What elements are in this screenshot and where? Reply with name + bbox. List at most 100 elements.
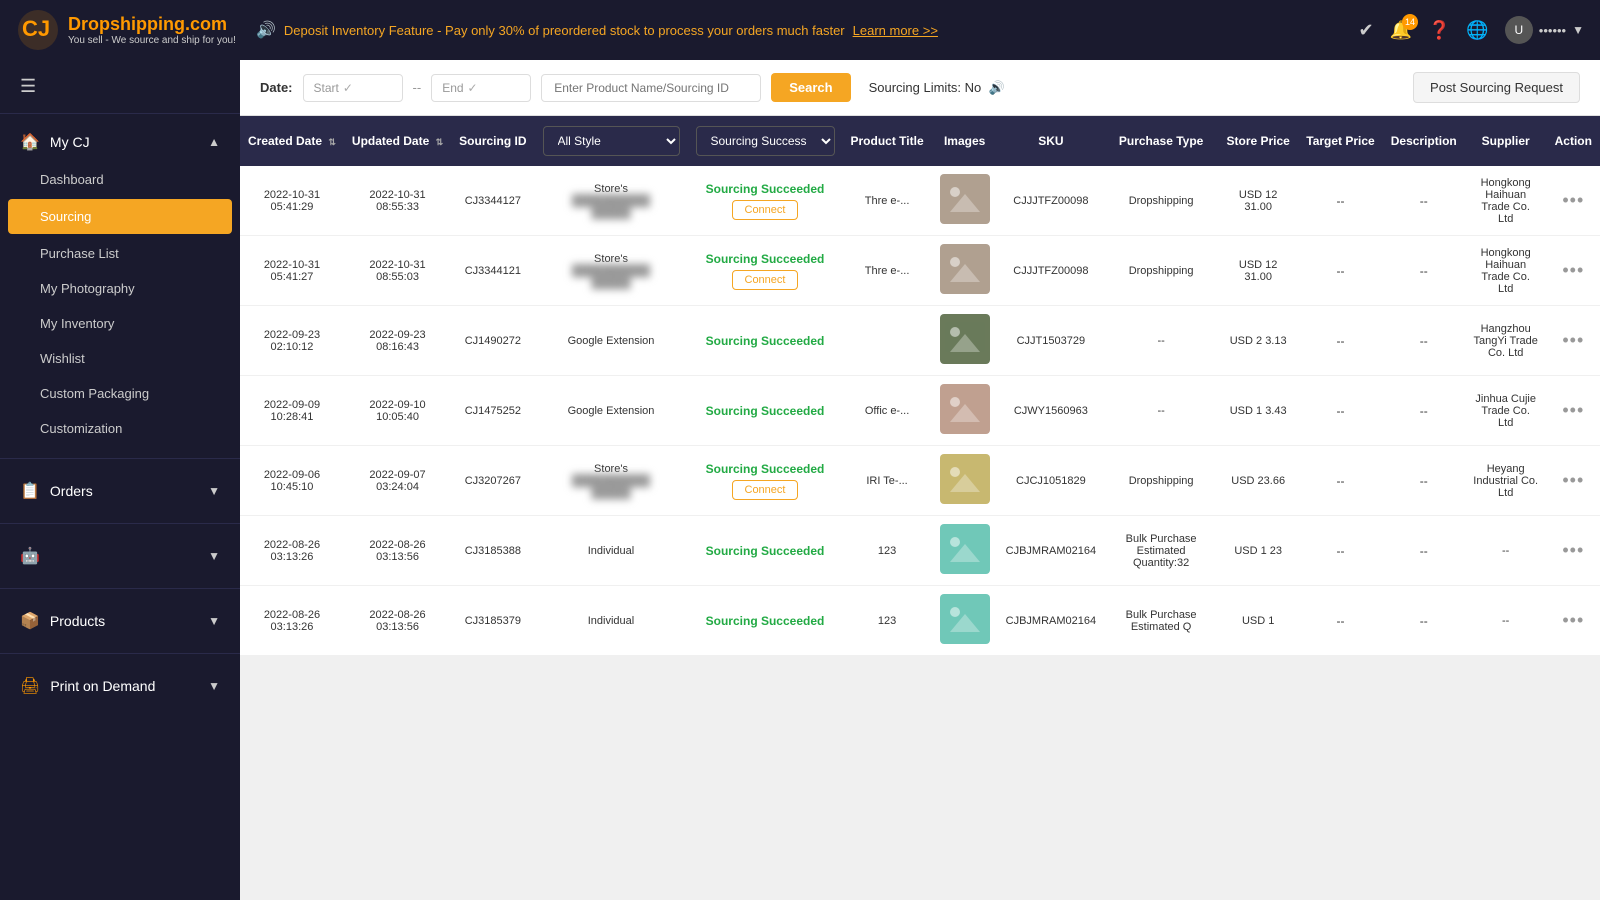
user-area[interactable]: U •••••• ▼ [1505,16,1584,44]
connect-button[interactable]: Connect [732,480,799,500]
cell-store-price: USD 1 23 [1218,516,1298,586]
sidebar-item-label: Wishlist [40,351,85,366]
post-sourcing-button[interactable]: Post Sourcing Request [1413,72,1580,103]
cell-action[interactable]: ••• [1547,446,1600,516]
main-content: Date: Start ✓ -- End ✓ Search Sourcing L… [240,60,1600,900]
topbar: CJ Dropshipping.com You sell - We source… [0,0,1600,60]
cell-sourcing-id: CJ3344127 [451,166,534,236]
end-date-input[interactable]: End ✓ [431,74,531,102]
action-menu-icon[interactable]: ••• [1562,190,1584,210]
cell-action[interactable]: ••• [1547,376,1600,446]
cell-sku: CJCJ1051829 [998,446,1104,516]
connect-button[interactable]: Connect [732,270,799,290]
status-badge: Sourcing Succeeded [706,404,825,418]
my-cj-group[interactable]: 🏠 My CJ ▲ [0,122,240,162]
check-icon[interactable]: ✔ [1358,20,1373,41]
sidebar-item-purchase-list[interactable]: Purchase List [0,236,240,271]
col-sku: SKU [998,116,1104,166]
action-menu-icon[interactable]: ••• [1562,470,1584,490]
cell-target-price: -- [1298,236,1382,306]
cell-updated-date: 2022-08-26 03:13:56 [344,516,451,586]
cell-action[interactable]: ••• [1547,166,1600,236]
cell-action[interactable]: ••• [1547,586,1600,656]
sidebar-item-sourcing[interactable]: Sourcing [8,199,232,234]
bell-icon[interactable]: 🔔 14 [1390,20,1412,41]
cell-purchase-type: Dropshipping [1104,446,1218,516]
pod-group[interactable]: 🖨 Print on Demand ▼ [0,666,240,706]
cell-action[interactable]: ••• [1547,306,1600,376]
start-date-input[interactable]: Start ✓ [303,74,403,102]
cell-target-price: -- [1298,306,1382,376]
cell-updated-date: 2022-10-31 08:55:33 [344,166,451,236]
products-group[interactable]: 📦 Products ▼ [0,601,240,641]
status-filter-select[interactable]: Sourcing Success Sourcing Failed Pending… [696,126,835,156]
bot-group[interactable]: 🤖 ▼ [0,536,240,576]
cell-description: -- [1383,166,1465,236]
cell-sourcing-id: CJ1490272 [451,306,534,376]
cell-action[interactable]: ••• [1547,516,1600,586]
action-menu-icon[interactable]: ••• [1562,260,1584,280]
cell-product-title: Thre e-... [843,166,932,236]
cell-sku: CJJJTFZ00098 [998,166,1104,236]
sidebar-divider [0,458,240,459]
avatar: U [1505,16,1533,44]
sort-icon[interactable]: ⇅ [328,137,336,148]
cell-target-price: -- [1298,516,1382,586]
bot-icon: 🤖 [20,546,40,566]
action-menu-icon[interactable]: ••• [1562,330,1584,350]
chevron-down-icon: ▼ [208,679,220,693]
sort-icon-2[interactable]: ⇅ [436,137,444,148]
banner: 🔊 Deposit Inventory Feature - Pay only 3… [256,20,1358,40]
style-filter-select[interactable]: All Style Store's Google Extension Indiv… [543,126,680,156]
cell-updated-date: 2022-10-31 08:55:03 [344,236,451,306]
orders-group[interactable]: 📋 Orders ▼ [0,471,240,511]
orders-section: 📋 Orders ▼ [0,463,240,519]
sidebar-item-wishlist[interactable]: Wishlist [0,341,240,376]
sidebar-item-my-photography[interactable]: My Photography [0,271,240,306]
my-cj-icon: 🏠 [20,132,40,152]
help-icon[interactable]: ❓ [1428,20,1450,41]
sidebar-toggle-icon[interactable]: ☰ [20,76,36,97]
cell-supplier: Heyang Industrial Co. Ltd [1465,446,1547,516]
sidebar-item-custom-packaging[interactable]: Custom Packaging [0,376,240,411]
cell-product-title: 123 [843,586,932,656]
cell-created-date: 2022-09-23 02:10:12 [240,306,344,376]
cell-target-price: -- [1298,166,1382,236]
col-target-price: Target Price [1298,116,1382,166]
action-menu-icon[interactable]: ••• [1562,400,1584,420]
sidebar-item-dashboard[interactable]: Dashboard [0,162,240,197]
sidebar-header: ☰ [0,60,240,114]
action-menu-icon[interactable]: ••• [1562,610,1584,630]
cell-status: Sourcing Succeeded [688,586,843,656]
cell-description: -- [1383,306,1465,376]
table-row: 2022-09-06 10:45:10 2022-09-07 03:24:04 … [240,446,1600,516]
cell-image [932,236,998,306]
action-menu-icon[interactable]: ••• [1562,540,1584,560]
notification-badge: 14 [1402,14,1418,30]
connect-button[interactable]: Connect [732,200,799,220]
cell-store-price: USD 23.66 [1218,446,1298,516]
cell-store-price: USD 1 [1218,586,1298,656]
col-all-style[interactable]: All Style Store's Google Extension Indiv… [535,116,688,166]
status-badge: Sourcing Succeeded [706,462,825,476]
sidebar-item-customization[interactable]: Customization [0,411,240,446]
cell-sourcing-id: CJ3344121 [451,236,534,306]
cell-sku: CJBJMRAM02164 [998,586,1104,656]
cell-image [932,586,998,656]
cell-action[interactable]: ••• [1547,236,1600,306]
bot-section: 🤖 ▼ [0,528,240,584]
cell-sourcing-id: CJ3185379 [451,586,534,656]
globe-icon[interactable]: 🌐 [1466,20,1488,41]
cell-updated-date: 2022-08-26 03:13:56 [344,586,451,656]
product-search-input[interactable] [541,74,761,102]
cell-supplier: Hongkong Haihuan Trade Co. Ltd [1465,166,1547,236]
sidebar: ☰ 🏠 My CJ ▲ Dashboard Sourcing Purchase … [0,60,240,900]
sidebar-item-my-inventory[interactable]: My Inventory [0,306,240,341]
chevron-down-icon: ▼ [208,484,220,498]
cell-sourcing-id: CJ3185388 [451,516,534,586]
cell-image [932,376,998,446]
cell-source-type: Individual [535,586,688,656]
banner-link[interactable]: Learn more >> [853,23,938,38]
col-sourcing-status[interactable]: Sourcing Success Sourcing Failed Pending… [688,116,843,166]
search-button[interactable]: Search [771,73,850,102]
